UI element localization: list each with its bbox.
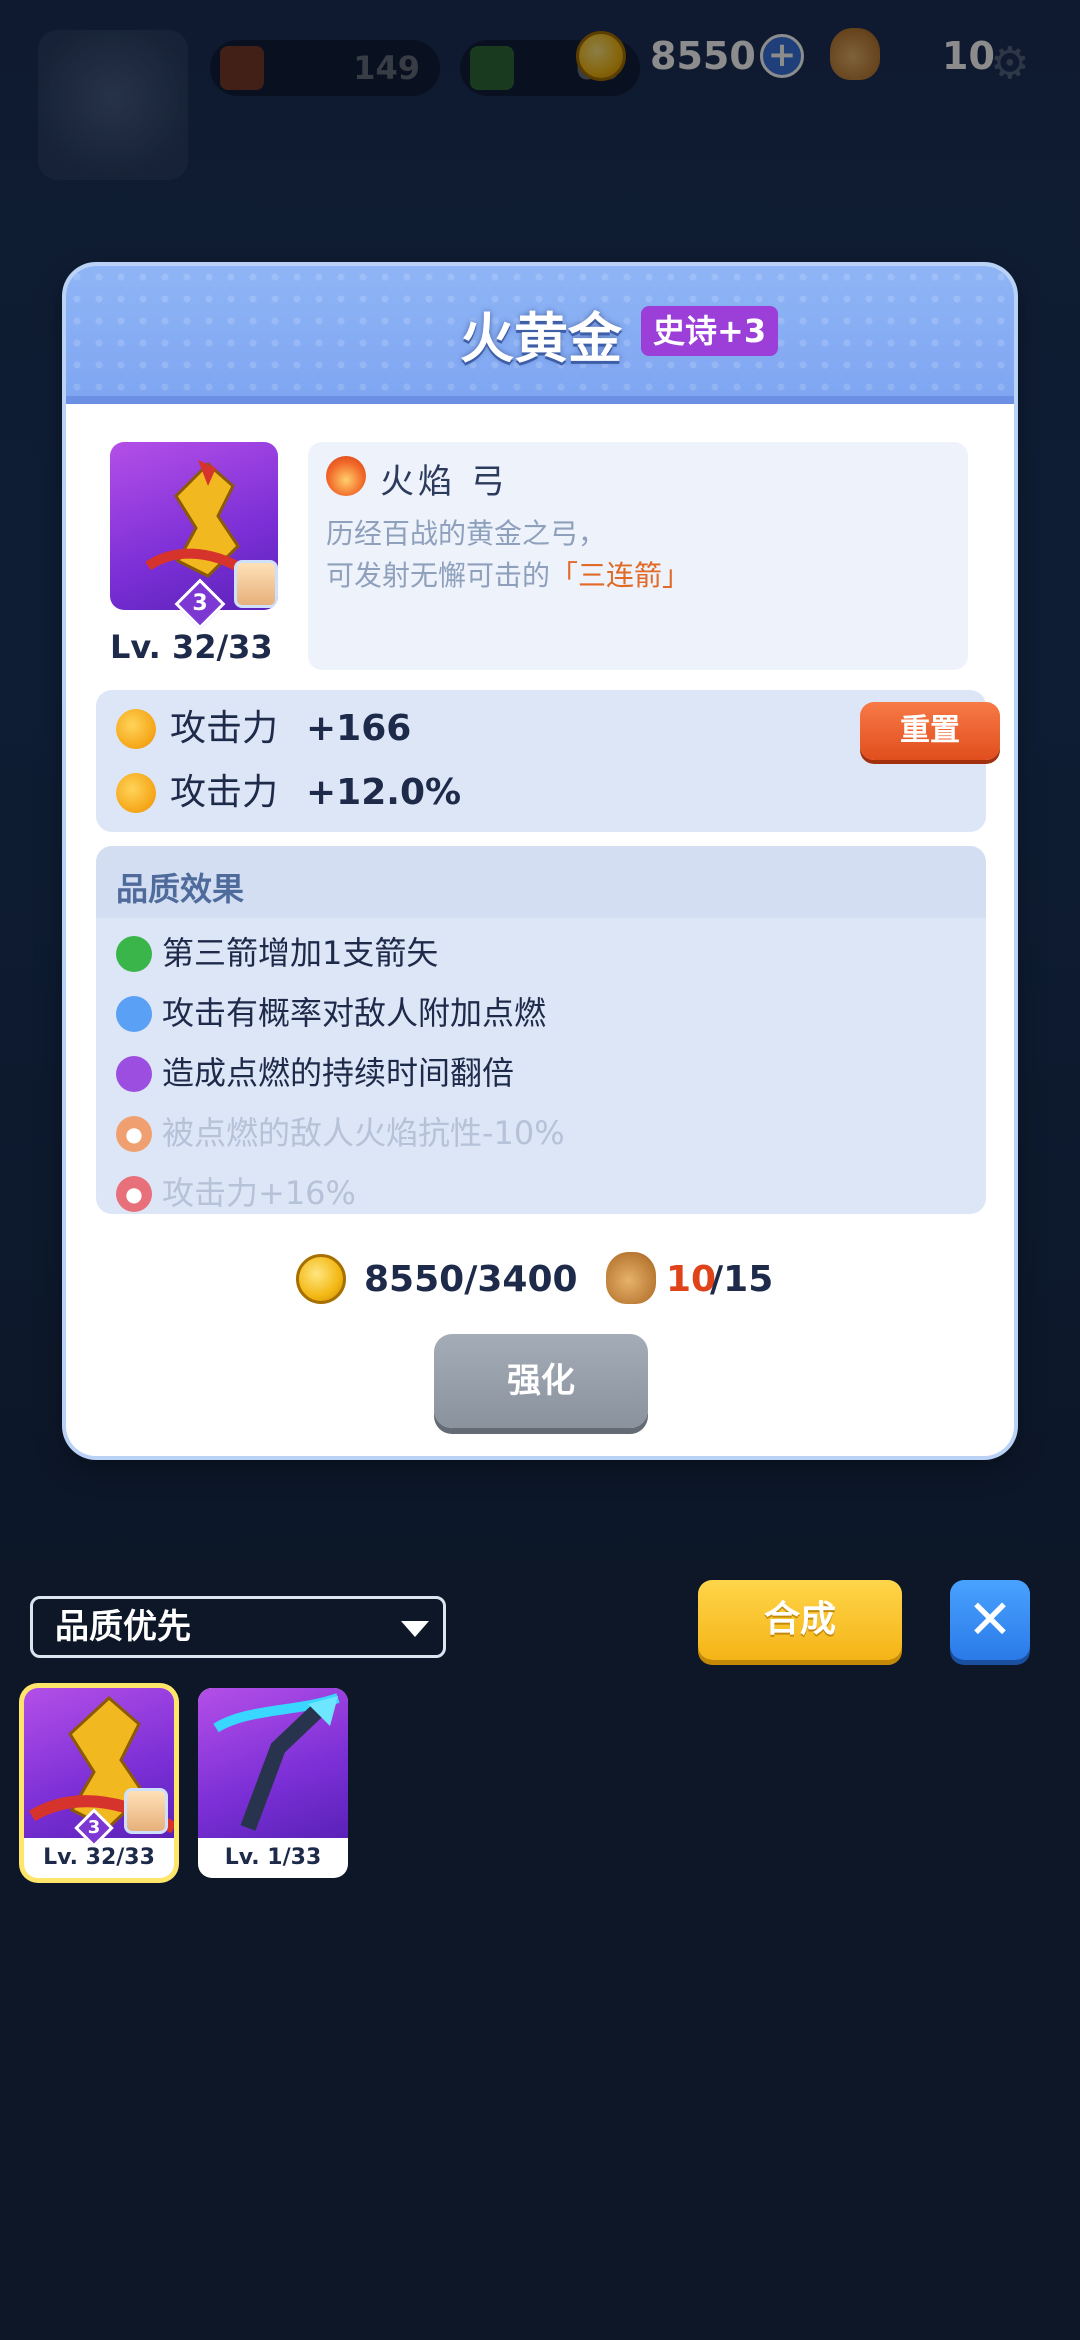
weapon-name: 火黄金 xyxy=(460,307,622,370)
blue-dot-icon xyxy=(116,996,152,1032)
stats-box: 攻击力 +166 攻击力 +12.0% 重置 xyxy=(96,690,1000,832)
lock-icon: ● xyxy=(116,1116,152,1152)
coin-icon xyxy=(296,1254,346,1304)
hero-mini-avatar xyxy=(234,560,278,608)
quality-title: 品质效果 xyxy=(116,870,245,908)
description-line-1: 历经百战的黄金之弓， xyxy=(326,517,607,550)
upgrade-button[interactable]: 强化 xyxy=(434,1334,648,1428)
hero-mini-avatar xyxy=(124,1788,168,1834)
description-box: 火焰 弓 历经百战的黄金之弓， 可发射无懈可击的「三连箭」 xyxy=(308,442,968,670)
inventory-item[interactable]: 3 Lv. 32/33 xyxy=(24,1688,174,1878)
fire-icon xyxy=(326,456,366,496)
bag-have: 10 xyxy=(666,1259,717,1300)
stat-row: 攻击力 +12.0% xyxy=(116,768,716,818)
modal-header: 火黄金 史诗+3 xyxy=(66,266,1014,404)
sort-dropdown[interactable]: 品质优先 xyxy=(30,1596,446,1658)
quality-effects-box: 品质效果 第三箭增加1支箭矢 攻击有概率对敌人附加点燃 造成点燃的持续时间翻倍 … xyxy=(96,846,986,1214)
rarity-badge: 史诗+3 xyxy=(641,306,779,356)
crossbow-icon xyxy=(198,1688,348,1838)
close-icon[interactable]: ✕ xyxy=(950,1580,1030,1660)
description-line-2: 可发射无懈可击的「三连箭」 xyxy=(326,559,691,592)
green-dot-icon xyxy=(116,936,152,972)
weapon-type: 火焰 弓 xyxy=(380,462,509,502)
money-bag-icon xyxy=(606,1252,656,1304)
upgrade-cost: 8550/3400 10 /15 xyxy=(66,1250,1014,1310)
purple-dot-icon xyxy=(116,1056,152,1092)
bag-need: /15 xyxy=(710,1259,774,1300)
attack-icon xyxy=(116,773,156,813)
weapon-detail-modal: 火黄金 史诗+3 3 Lv. 32/33 火焰 弓 历经百战的黄金之弓， 可发射… xyxy=(66,266,1014,1456)
merge-button[interactable]: 合成 xyxy=(698,1580,902,1660)
inventory-item[interactable]: Lv. 1/33 xyxy=(198,1688,348,1878)
attack-icon xyxy=(116,709,156,749)
lock-icon: ● xyxy=(116,1176,152,1212)
inventory-panel-background xyxy=(0,1560,1080,2340)
stat-row: 攻击力 +166 xyxy=(116,704,716,754)
bow-icon: 3 xyxy=(24,1688,174,1848)
chevron-down-icon xyxy=(401,1621,429,1637)
coin-cost: 8550/3400 xyxy=(364,1259,578,1300)
reset-button[interactable]: 重置 xyxy=(860,702,1000,760)
weapon-level: Lv. 32/33 xyxy=(110,628,273,666)
